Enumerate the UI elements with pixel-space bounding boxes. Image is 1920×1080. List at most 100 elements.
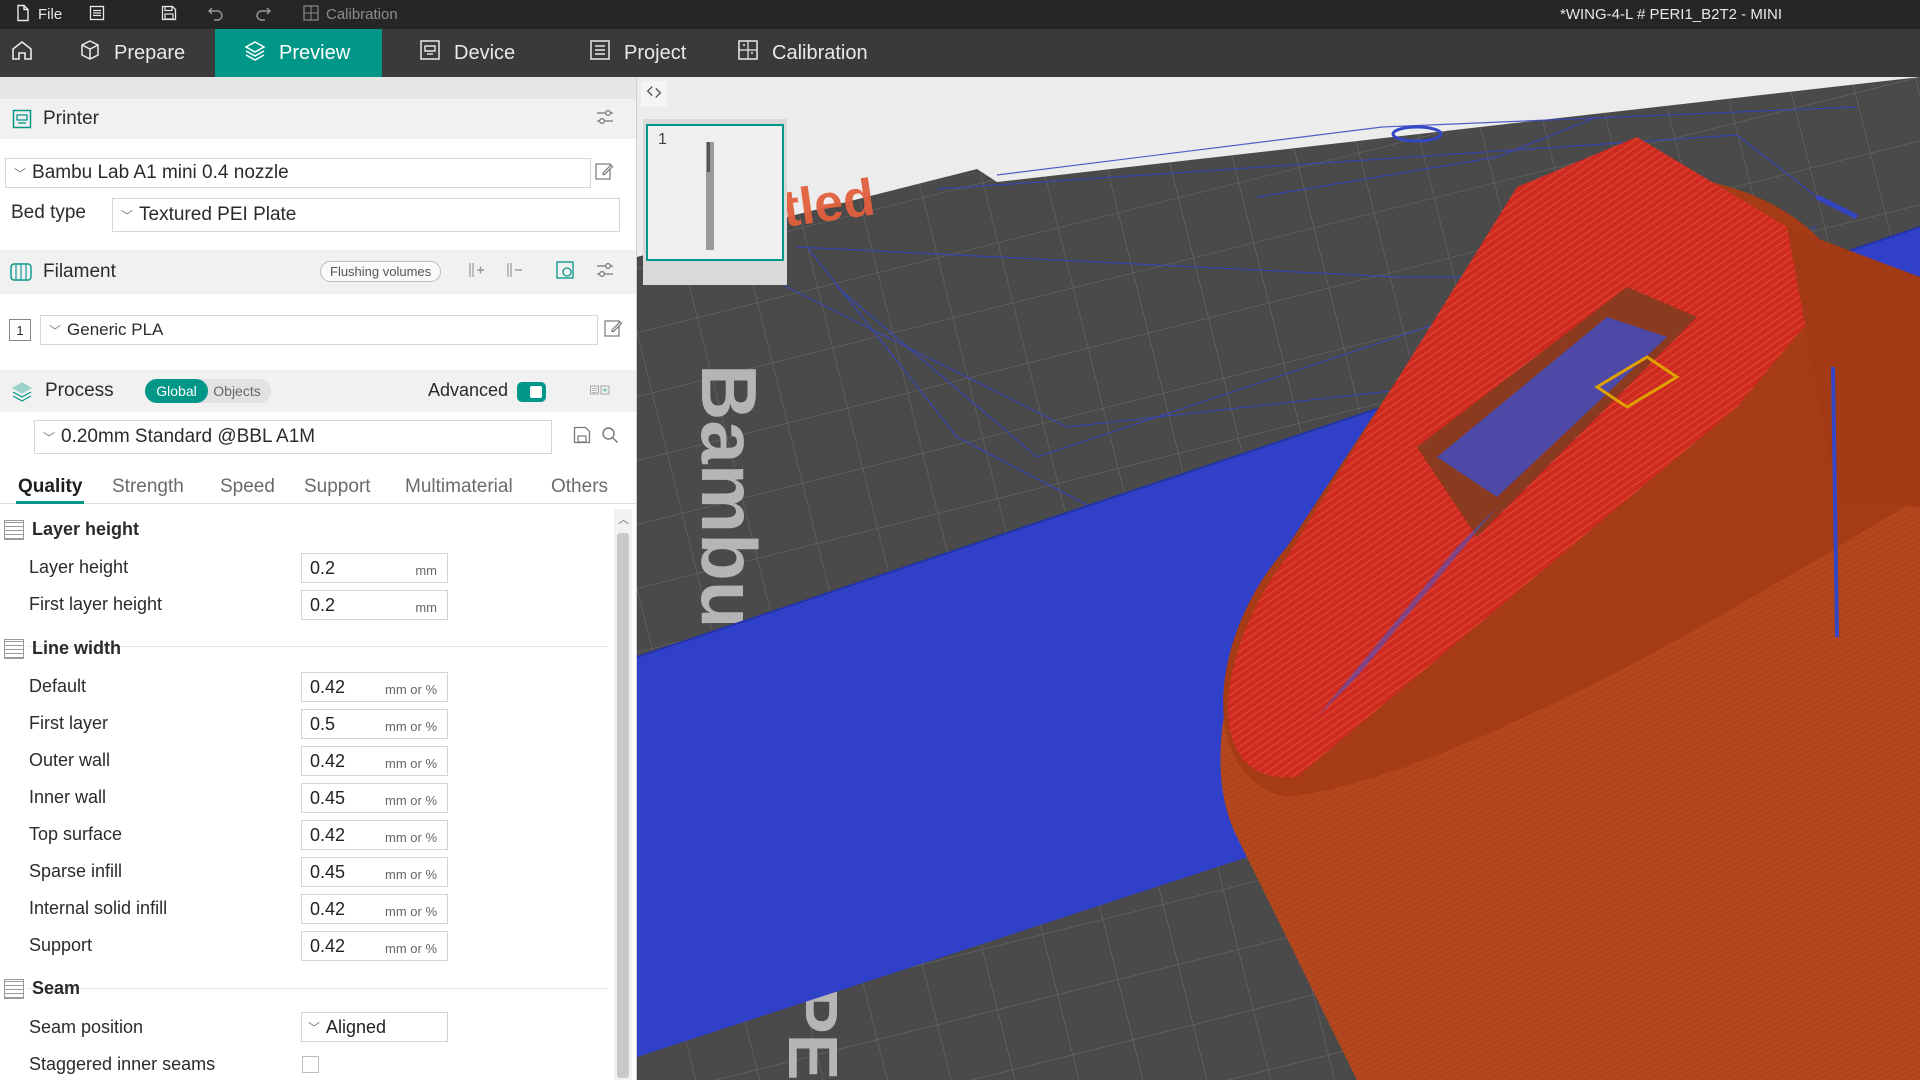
file-icon xyxy=(14,4,32,26)
plate-thumbnail[interactable]: 1 xyxy=(646,124,784,261)
tab-multimaterial[interactable]: Multimaterial xyxy=(405,476,513,498)
search-icon xyxy=(600,425,620,450)
sidebar-top-strip xyxy=(0,77,636,99)
seam-position-label: Seam position xyxy=(29,1017,144,1037)
staggered-seams-checkbox[interactable] xyxy=(302,1056,319,1073)
save-preset-button[interactable] xyxy=(570,425,594,449)
collapse-sidebar-button[interactable] xyxy=(641,81,667,107)
tab-strength[interactable]: Strength xyxy=(112,476,184,498)
tab-others[interactable]: Others xyxy=(551,476,608,498)
tab-prepare[interactable]: Prepare xyxy=(68,29,208,77)
line-width-sparse-infill-label: Sparse infill xyxy=(29,861,123,881)
first-layer-height-field[interactable]: 0.2 mm xyxy=(301,590,448,620)
chevron-down-icon: ﹀ xyxy=(49,323,62,338)
layers-icon xyxy=(243,38,267,68)
line-width-default-value: 0.42 xyxy=(310,676,346,697)
edit-printer-button[interactable] xyxy=(592,161,616,185)
active-tab-underline xyxy=(16,501,84,504)
tab-preview[interactable]: Preview xyxy=(215,29,382,77)
process-preset-value: 0.20mm Standard @BBL A1M xyxy=(61,426,316,447)
line-width-support-label: Support xyxy=(29,935,93,955)
bed-type-select[interactable]: ﹀ Textured PEI Plate xyxy=(112,198,620,232)
scroll-up-icon[interactable]: ︿ xyxy=(618,511,629,527)
line-width-default-field[interactable]: 0.42 mm or % xyxy=(301,672,448,702)
filament-spool-icon xyxy=(10,262,32,282)
bed-type-label: Bed type xyxy=(11,202,86,223)
home-button[interactable] xyxy=(6,29,38,77)
global-objects-toggle[interactable]: Global Objects xyxy=(145,379,271,403)
staggered-seams-label: Staggered inner seams xyxy=(29,1054,216,1074)
first-layer-height-label: First layer height xyxy=(29,594,163,614)
line-width-default-unit: mm or % xyxy=(385,681,437,697)
line-width-outer-wall-field[interactable]: 0.42 mm or % xyxy=(301,746,448,776)
toggle-global[interactable]: Global xyxy=(145,379,208,403)
layer-height-field[interactable]: 0.2 mm xyxy=(301,553,448,583)
line-width-sparse-infill-value: 0.45 xyxy=(310,861,346,882)
printer-settings-button[interactable] xyxy=(593,107,617,131)
filament-settings-button[interactable] xyxy=(593,260,617,284)
seam-group-icon xyxy=(4,978,24,999)
line-width-first-layer-unit: mm or % xyxy=(385,718,437,734)
line-width-support-value: 0.42 xyxy=(310,935,346,956)
project-icon xyxy=(588,38,612,68)
sync-filament-button[interactable] xyxy=(553,260,577,284)
search-settings-button[interactable] xyxy=(598,425,622,449)
printer-preset-select[interactable]: ﹀ Bambu Lab A1 mini 0.4 nozzle xyxy=(5,158,591,188)
first-layer-height-value: 0.2 xyxy=(310,594,336,615)
save-button[interactable] xyxy=(160,0,178,29)
tab-speed[interactable]: Speed xyxy=(220,476,275,498)
tab-device[interactable]: Device xyxy=(408,29,548,77)
tab-calibration-label: Calibration xyxy=(772,41,868,64)
filament-section-title: Filament xyxy=(43,261,116,282)
tab-row-divider xyxy=(0,503,636,504)
filament-slot-number[interactable]: 1 xyxy=(9,319,31,341)
layer-height-unit: mm xyxy=(415,562,437,578)
toggle-objects[interactable]: Objects xyxy=(208,379,266,403)
main-tab-bar: Prepare Preview Device Project Calibrati… xyxy=(0,29,1920,77)
line-width-inner-wall-label: Inner wall xyxy=(29,787,107,807)
printer-preset-value: Bambu Lab A1 mini 0.4 nozzle xyxy=(32,162,289,183)
tab-calibration[interactable]: Calibration xyxy=(726,29,896,77)
line-width-sparse-infill-field[interactable]: 0.45 mm or % xyxy=(301,857,448,887)
line-width-sparse-infill-unit: mm or % xyxy=(385,866,437,882)
add-filament-button[interactable] xyxy=(464,260,488,284)
seam-position-select[interactable]: ﹀ Aligned xyxy=(301,1012,448,1042)
line-width-support-field[interactable]: 0.42 mm or % xyxy=(301,931,448,961)
line-width-first-layer-field[interactable]: 0.5 mm or % xyxy=(301,709,448,739)
tab-quality[interactable]: Quality xyxy=(18,476,82,498)
scrollbar-thumb[interactable] xyxy=(617,533,629,1078)
chevron-down-icon: ﹀ xyxy=(308,1020,321,1035)
group-divider xyxy=(28,988,608,989)
line-width-support-unit: mm or % xyxy=(385,940,437,956)
layer-height-value: 0.2 xyxy=(310,557,336,578)
line-width-outer-wall-unit: mm or % xyxy=(385,755,437,771)
line-width-inner-wall-field[interactable]: 0.45 mm or % xyxy=(301,783,448,813)
chevron-down-icon: ﹀ xyxy=(121,208,134,223)
tab-project[interactable]: Project xyxy=(578,29,718,77)
undo-button[interactable] xyxy=(207,0,225,29)
remove-filament-button[interactable] xyxy=(502,260,526,284)
process-preset-select[interactable]: ﹀ 0.20mm Standard @BBL A1M xyxy=(34,420,552,454)
menu-button[interactable] xyxy=(88,0,106,29)
collapse-arrows-icon xyxy=(645,83,663,106)
calibration-menu-label: Calibration xyxy=(326,6,398,23)
gcode-preview-canvas[interactable]: Bambu PEI Untitled xyxy=(637,77,1920,1080)
redo-button[interactable] xyxy=(254,0,272,29)
window-title-text: *WING-4-L # PERI1_B2T2 - MINI xyxy=(1560,6,1782,23)
flushing-volumes-button[interactable]: Flushing volumes xyxy=(320,261,442,282)
calibration-menu[interactable]: Calibration xyxy=(302,0,398,29)
layer-height-group-icon xyxy=(4,519,24,540)
filament-preset-select[interactable]: ﹀ Generic PLA xyxy=(40,315,598,345)
edit-filament-button[interactable] xyxy=(601,318,625,342)
remove-filament-icon xyxy=(504,260,524,285)
tab-support[interactable]: Support xyxy=(304,476,371,498)
advanced-switch[interactable] xyxy=(517,382,546,402)
first-layer-height-unit: mm xyxy=(415,599,437,615)
3d-preview-viewport[interactable]: Bambu PEI Untitled xyxy=(637,77,1920,1080)
compare-presets-button[interactable] xyxy=(580,380,620,404)
process-section-header: Process Global Objects Advanced xyxy=(0,370,636,412)
settings-scrollbar[interactable]: ︿ xyxy=(614,509,632,1080)
file-menu[interactable]: File xyxy=(14,0,62,29)
line-width-internal-solid-field[interactable]: 0.42 mm or % xyxy=(301,894,448,924)
line-width-top-surface-field[interactable]: 0.42 mm or % xyxy=(301,820,448,850)
